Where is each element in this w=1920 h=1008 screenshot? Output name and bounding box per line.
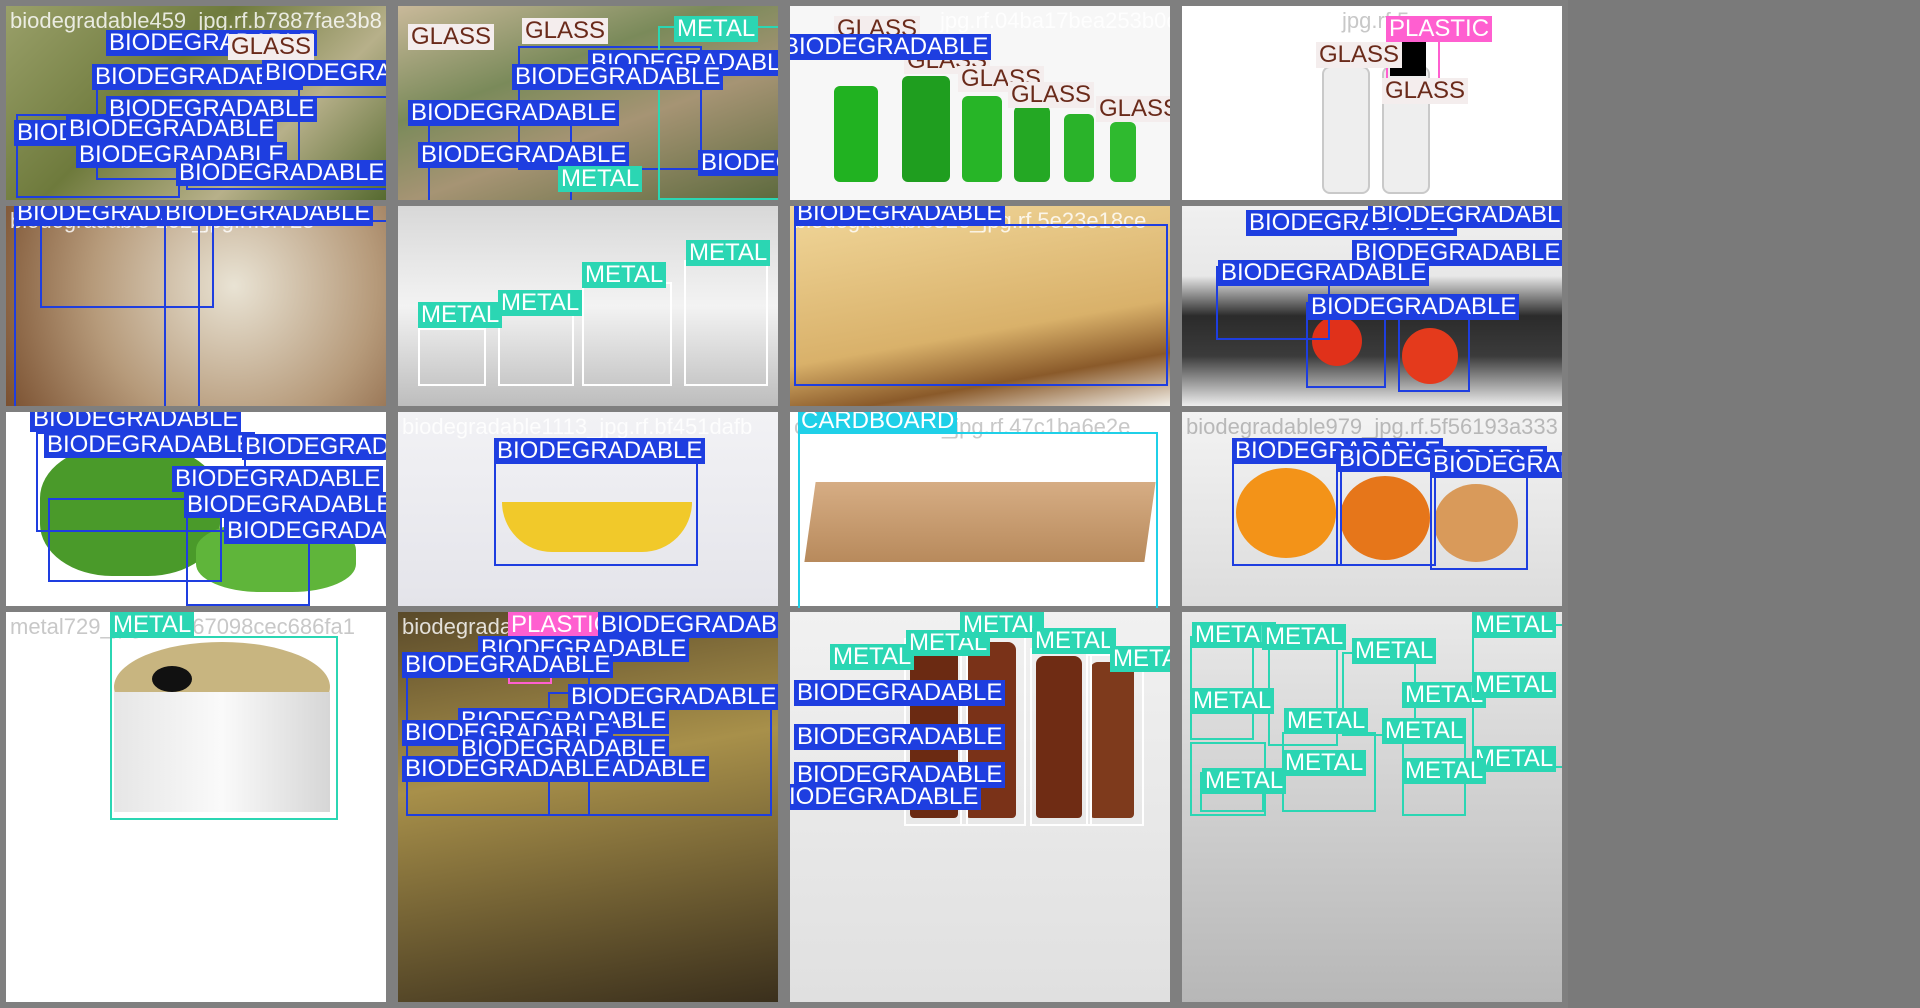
label-biodegradable: BIODEGRADABLE: [794, 206, 1006, 226]
bottle: [902, 76, 950, 182]
label-metal: METAL: [1282, 750, 1367, 776]
label-biodegradable: BIODEGRADABLE: [162, 206, 374, 226]
label-biodegradable: BIODEGRADABLE: [794, 680, 1006, 706]
label-metal: METAL: [1262, 624, 1347, 650]
bottle: [962, 96, 1002, 182]
bbox-glass: [1030, 648, 1092, 826]
label-metal: METAL: [1472, 672, 1557, 698]
label-biodegradable: BIODEGRADABLE: [790, 784, 982, 810]
label-metal: METAL: [1382, 718, 1467, 744]
label-glass: GLASS: [1008, 82, 1095, 108]
label-biodegradable: BIODEGRADABLE: [242, 434, 386, 460]
label-metal: METAL: [1352, 638, 1437, 664]
label-glass: GLASS: [522, 18, 609, 44]
label-metal: METAL: [582, 262, 667, 288]
label-metal: METAL: [418, 302, 503, 328]
label-biodegradable: BIODEGRADABLE: [44, 432, 256, 458]
bbox-cardboard: [798, 432, 1158, 608]
tile-banana: biodegradable1113_jpg.rf.bf451dafb BIODE…: [392, 406, 784, 614]
label-biodegradable: BIODEGRADABLE: [408, 100, 620, 126]
label-metal: METAL: [686, 240, 771, 266]
tile-moldy-bread: biodegradable 202_jpg.rf.5f725 BIODEGRAD…: [0, 200, 392, 412]
label-glass: GLASS: [408, 24, 495, 50]
label-metal: METAL: [1402, 758, 1487, 784]
label-biodegradable: BIODEGRADABLE: [1218, 260, 1430, 286]
bbox-glass: [418, 328, 486, 386]
tile-image: [1182, 6, 1562, 200]
label-glass: GLASS: [1316, 42, 1403, 68]
detection-mosaic: biodegradable459_jpg.rf.b7887fae3b8 BIOD…: [0, 0, 1920, 1008]
bbox-glass: [1086, 654, 1144, 826]
label-biodegradable: BIODEGRADABLE: [1430, 452, 1562, 478]
tile-metal-cans: METAL METAL METAL METAL METAL METAL META…: [1176, 606, 1568, 1008]
label-biodegradable: BIODEGRADABLE: [184, 492, 386, 518]
bbox: [494, 462, 698, 566]
tile-pie-crust: biodegradable526_jpg.rf.5e23e18ce BIODEG…: [784, 200, 1176, 412]
label-cardboard: CARDBOARD: [798, 412, 958, 434]
bbox: [1336, 470, 1436, 566]
label-biodegradable: BIODEGRADABLE: [66, 116, 278, 142]
vial: [1322, 66, 1370, 194]
bbox: [1232, 462, 1342, 566]
bbox-glass: [684, 260, 768, 386]
tile-green-glass-bottles: jpg.rf.04ba17bea253b0d4 GLASS GLASS GLAS…: [784, 0, 1176, 206]
label-biodegradable: BIODEGRADABLE: [402, 756, 614, 782]
bottle: [834, 86, 878, 182]
label-biodegradable: BIODEGRADABLE: [794, 724, 1006, 750]
label-biodegradable: BIODEGRADABLE: [402, 652, 614, 678]
label-metal: METAL: [1190, 688, 1275, 714]
label-metal: METAL: [498, 290, 583, 316]
bbox: [1430, 476, 1528, 570]
label-biodegradable: BIODEGRADABLE: [172, 466, 384, 492]
tile-bitter-gourd: BIODEGRADABLE BIODEGRADABLE BIODEGRADABL…: [0, 406, 392, 614]
label-biodegradable: BIODEGRADABLE: [494, 438, 706, 464]
tile-cardboard: cardboard1406_jpg.rf.47c1ba6e2e CARDBOAR…: [784, 406, 1176, 614]
label-biodegradable: BIODEGRADABLE: [1308, 294, 1520, 320]
tile-vegetables-plate: BIODEGRADABLE BIODEGRADABLE BIODEGRADABL…: [1176, 200, 1568, 412]
bbox-glass: [582, 282, 672, 386]
label-biodegradable: BIODEGRADABLE: [790, 34, 992, 60]
bbox: [164, 220, 386, 406]
tile-brown-bottles: METAL METAL METAL METAL METAL BIODEGRADA…: [784, 606, 1176, 1008]
label-biodegradable: BIODEGRADABLE: [224, 518, 386, 544]
tile-food-items: biodegradable1027_jpg.rf.7dc1eff4cf8 PLA…: [392, 606, 784, 1008]
label-metal: METAL: [674, 16, 759, 42]
label-metal: METAL: [830, 644, 915, 670]
tile-food-table: GLASS GLASS METAL BIODEGRADABLE BIODEGRA…: [392, 0, 784, 206]
label-metal: METAL: [1284, 708, 1369, 734]
tile-glass-jars: METAL METAL METAL METAL: [392, 200, 784, 412]
label-biodegradable: BIODEGRADABLE: [30, 412, 242, 432]
tile-oranges: biodegradable979_jpg.rf.5f56193a333 BIOD…: [1176, 406, 1568, 614]
bbox-metal: [110, 636, 338, 820]
label-metal: METAL: [558, 166, 643, 192]
tile-tin-can: metal729_jpg.rf.7d67098cec686fa1 METAL: [0, 606, 392, 1008]
tile-mixed-vegetables: biodegradable459_jpg.rf.b7887fae3b8 BIOD…: [0, 0, 392, 206]
label-glass: GLASS: [1096, 96, 1170, 122]
bottle: [1014, 106, 1050, 182]
label-metal: METAL: [1202, 768, 1287, 794]
label-glass: GLASS: [1382, 78, 1469, 104]
label-metal: METAL: [1472, 612, 1557, 638]
tile-clear-vials: jpg.rf.5c PLASTIC GLASS GLASS: [1176, 0, 1568, 206]
label-biodegradable: BIODEGRADABLE: [262, 60, 386, 86]
label-metal: METAL: [1032, 628, 1117, 654]
label-metal: METAL: [1110, 646, 1170, 672]
label-biodegradable: BIODEGRADABLE: [176, 160, 386, 186]
bbox: [1398, 316, 1470, 392]
label-glass: GLASS: [228, 34, 315, 60]
label-biodegradable: BIODEGRADABLE: [1368, 206, 1562, 228]
bbox: [794, 224, 1168, 386]
bottle: [1064, 114, 1094, 182]
bbox-glass: [498, 310, 574, 386]
label-plastic: PLASTIC: [1386, 16, 1493, 42]
label-biodegradable: BIODEGRADABLE: [512, 64, 724, 90]
label-biodegradable: BIODEGRADABLE: [698, 150, 778, 176]
bottle: [1110, 122, 1136, 182]
label-metal: METAL: [110, 612, 195, 638]
